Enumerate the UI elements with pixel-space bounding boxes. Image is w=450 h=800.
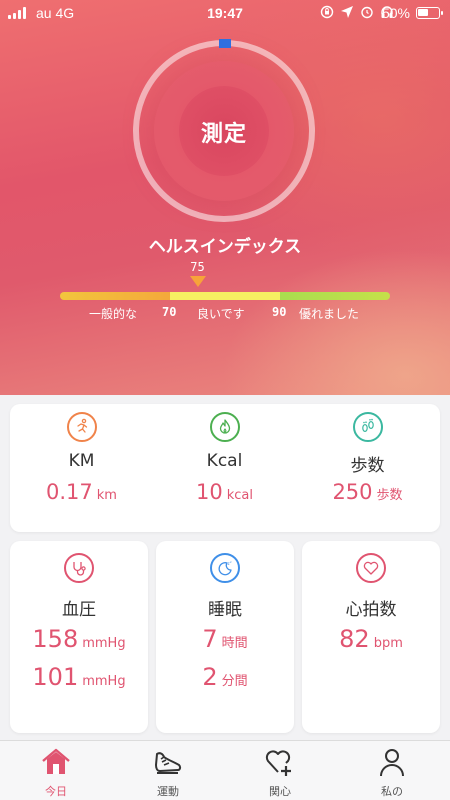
location-icon [341, 6, 353, 18]
distance-value: 0.17 km [10, 480, 153, 504]
diastolic-number: 101 [32, 663, 79, 691]
calories-value: 10 kcal [153, 480, 296, 504]
distance-label: KM [68, 451, 95, 471]
sleep-card[interactable]: zz 睡眠 7 時間 2 分間 [156, 541, 294, 733]
distance-unit: km [96, 488, 117, 503]
sleep-minutes-unit: 分間 [221, 674, 248, 689]
moon-icon: zz [210, 553, 240, 583]
sleep-label: 睡眠 [208, 600, 242, 620]
heart-plus-icon [265, 750, 291, 776]
footprints-icon [352, 412, 383, 442]
heart-rate-unit: bpm [373, 636, 403, 651]
ring-progress-marker [219, 39, 231, 48]
tab-today[interactable]: 今日 [0, 741, 112, 800]
scale-label-excellent: 優れました [299, 307, 360, 321]
tab-today-label: 今日 [45, 785, 67, 798]
blood-pressure-label: 血圧 [62, 600, 96, 620]
systolic-unit: mmHg [82, 636, 126, 651]
tab-exercise[interactable]: 運動 [112, 741, 224, 800]
bottom-tab-bar: 今日 運動 関心 私の [0, 740, 450, 800]
battery-fill [418, 9, 428, 16]
heart-rate-number: 82 [339, 625, 370, 653]
heart-rate-card[interactable]: 心拍数 82 bpm [302, 541, 440, 733]
tab-interest-label: 関心 [269, 785, 291, 798]
person-icon [380, 749, 404, 777]
score-pointer-icon [189, 276, 206, 287]
scale-threshold-90: 90 [272, 305, 287, 319]
distance-number: 0.17 [46, 480, 93, 504]
calories-number: 10 [196, 480, 223, 504]
status-bar: au 4G 19:47 50% [0, 0, 450, 26]
distance-metric[interactable]: KM 0.17 km [10, 404, 153, 532]
steps-value: 250 歩数 [296, 480, 439, 504]
steps-number: 250 [332, 480, 373, 504]
sleep-hours-unit: 時間 [221, 636, 248, 651]
scale-label-normal: 一般的な [89, 307, 138, 321]
sleep-minutes-value: 2 分間 [156, 663, 294, 691]
tab-interest[interactable]: 関心 [224, 741, 336, 800]
steps-label: 歩数 [350, 456, 385, 476]
scale-segment-excellent [280, 292, 390, 300]
flame-icon [209, 412, 240, 442]
heart-icon [356, 553, 386, 583]
scale-threshold-70: 70 [162, 305, 177, 319]
calories-metric[interactable]: Kcal 10 kcal [153, 404, 296, 532]
scale-label-good: 良いです [197, 307, 245, 321]
heart-rate-label: 心拍数 [345, 600, 397, 620]
tab-mine-label: 私の [381, 785, 403, 798]
diastolic-unit: mmHg [82, 674, 126, 689]
sleep-hours-value: 7 時間 [156, 625, 294, 653]
measure-button[interactable]: 測定 [133, 116, 315, 148]
health-index-title: ヘルスインデックス [148, 237, 302, 257]
sleep-minutes-number: 2 [202, 663, 218, 691]
activity-summary-card[interactable]: KM 0.17 km Kcal 10 kcal 歩数 250 歩数 [10, 404, 440, 532]
steps-metric[interactable]: 歩数 250 歩数 [296, 404, 439, 532]
shoe-icon [155, 752, 182, 774]
rotation-lock-icon [320, 5, 334, 19]
stethoscope-icon [64, 553, 94, 583]
running-icon [66, 412, 97, 442]
svg-text:z: z [230, 560, 232, 564]
health-hero: au 4G 19:47 50% 測定 ヘルスインデックス 75 一般的な 70 … [0, 0, 450, 395]
alarm-icon [361, 6, 373, 19]
battery-icon [416, 7, 443, 19]
scale-segment-normal [60, 292, 170, 300]
scale-segment-good [170, 292, 280, 300]
systolic-number: 158 [32, 625, 79, 653]
systolic-value: 158 mmHg [10, 625, 148, 653]
battery-percent: 50% [381, 5, 410, 21]
tab-mine[interactable]: 私の [336, 741, 448, 800]
tab-exercise-label: 運動 [157, 785, 179, 798]
home-icon [42, 748, 70, 774]
heart-rate-value: 82 bpm [302, 625, 440, 653]
calories-label: Kcal [206, 451, 243, 471]
blood-pressure-card[interactable]: 血圧 158 mmHg 101 mmHg [10, 541, 148, 733]
diastolic-value: 101 mmHg [10, 663, 148, 691]
calories-unit: kcal [226, 488, 253, 503]
sleep-hours-number: 7 [202, 625, 218, 653]
health-index-scale [60, 292, 390, 300]
steps-unit: 歩数 [376, 488, 403, 503]
health-index-score: 75 [190, 260, 205, 274]
